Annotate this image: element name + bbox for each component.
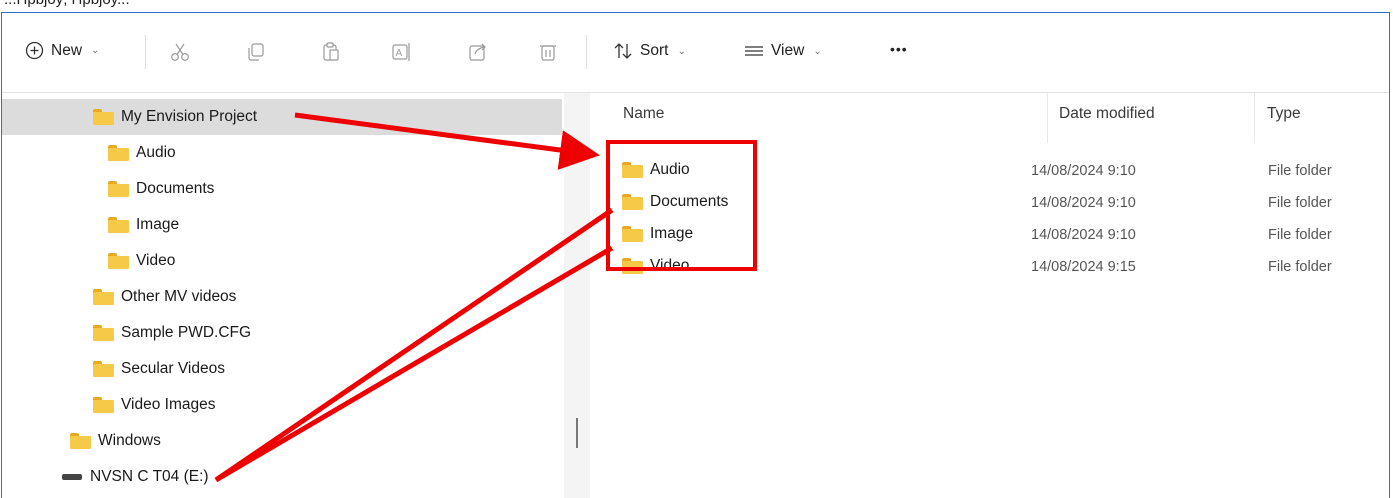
- nav-item-label: Image: [136, 216, 180, 233]
- page-header-text: ...Hpbjoy; Hpbjoy...: [4, 0, 130, 8]
- chevron-down-icon: ⌄: [677, 45, 686, 57]
- pane-splitter[interactable]: [564, 93, 590, 498]
- column-header-date-modified[interactable]: Date modified: [1059, 105, 1155, 123]
- drive-icon: [62, 474, 82, 480]
- copy-icon[interactable]: [245, 41, 267, 63]
- nav-item-sample-pwd-cfg[interactable]: Sample PWD.CFG: [2, 315, 562, 351]
- nav-item-image[interactable]: Image: [2, 207, 562, 243]
- chevron-down-icon: ⌄: [813, 45, 822, 57]
- folder-icon: [108, 253, 129, 269]
- share-icon[interactable]: [467, 41, 489, 63]
- nav-item-windows[interactable]: Windows: [2, 423, 562, 459]
- nav-item-label: NVSN C T04 (E:): [90, 468, 209, 485]
- nav-item-video[interactable]: Video: [2, 243, 562, 279]
- column-divider[interactable]: [1254, 93, 1255, 143]
- splitter-grip[interactable]: [576, 418, 578, 448]
- view-button-label: View: [771, 42, 805, 59]
- toolbar-divider: [586, 35, 587, 69]
- nav-item-my-envision-project[interactable]: My Envision Project: [2, 99, 562, 135]
- folder-icon: [70, 433, 91, 449]
- type-cell: File folder: [1268, 163, 1332, 179]
- folder-icon: [93, 109, 114, 125]
- svg-text:A: A: [396, 48, 403, 59]
- command-bar: New ⌄ A Sort ⌄ View ⌄ •••: [2, 13, 1389, 93]
- nav-item-label: Windows: [98, 432, 161, 449]
- sort-arrows-icon: [614, 43, 632, 59]
- column-divider[interactable]: [1047, 93, 1048, 143]
- folder-icon: [93, 397, 114, 413]
- nav-item-label: Secular Videos: [121, 360, 225, 377]
- folder-icon: [93, 325, 114, 341]
- delete-icon[interactable]: [537, 41, 559, 63]
- nav-item-video-images[interactable]: Video Images: [2, 387, 562, 423]
- folder-icon: [108, 145, 129, 161]
- type-cell: File folder: [1268, 259, 1332, 275]
- nav-item-drive-e[interactable]: NVSN C T04 (E:): [2, 459, 562, 495]
- folder-icon: [93, 361, 114, 377]
- folder-icon: [108, 181, 129, 197]
- plus-circle-icon: [25, 41, 44, 60]
- folder-icon: [108, 217, 129, 233]
- nav-item-label: Audio: [136, 144, 176, 161]
- chevron-down-icon: ⌄: [91, 45, 100, 56]
- new-button-label: New: [51, 41, 83, 59]
- nav-item-label: Other MV videos: [121, 288, 237, 305]
- nav-item-label: Video: [136, 252, 176, 269]
- paste-icon[interactable]: [320, 41, 342, 63]
- column-header-type[interactable]: Type: [1267, 105, 1301, 123]
- nav-item-documents[interactable]: Documents: [2, 171, 562, 207]
- date-modified-cell: 14/08/2024 9:10: [1031, 163, 1136, 179]
- page: ...Hpbjoy; Hpbjoy... New ⌄: [0, 0, 1393, 498]
- nav-item-label: My Envision Project: [121, 108, 258, 125]
- rename-icon[interactable]: A: [390, 41, 412, 63]
- column-header-name[interactable]: Name: [623, 105, 664, 123]
- toolbar-divider: [145, 35, 146, 69]
- view-button[interactable]: View ⌄: [744, 41, 822, 61]
- nav-item-label: Documents: [136, 180, 215, 197]
- cut-icon[interactable]: [169, 41, 191, 63]
- folder-icon: [93, 289, 114, 305]
- date-modified-cell: 14/08/2024 9:10: [1031, 227, 1136, 243]
- view-lines-icon: [745, 46, 763, 56]
- nav-item-label: Sample PWD.CFG: [121, 324, 252, 341]
- sort-button-label: Sort: [640, 42, 669, 59]
- type-cell: File folder: [1268, 227, 1332, 243]
- date-modified-cell: 14/08/2024 9:15: [1031, 259, 1136, 275]
- annotation-highlight-box: [606, 140, 757, 271]
- type-cell: File folder: [1268, 195, 1332, 211]
- new-button[interactable]: New ⌄: [25, 41, 99, 60]
- navigation-pane: My Envision Project Audio Documents Imag…: [2, 93, 562, 498]
- sort-button[interactable]: Sort ⌄: [613, 41, 686, 61]
- more-options-button[interactable]: •••: [890, 41, 908, 57]
- nav-item-other-mv-videos[interactable]: Other MV videos: [2, 279, 562, 315]
- nav-item-secular-videos[interactable]: Secular Videos: [2, 351, 562, 387]
- date-modified-cell: 14/08/2024 9:10: [1031, 195, 1136, 211]
- nav-item-label: Video Images: [121, 396, 216, 413]
- nav-item-audio[interactable]: Audio: [2, 135, 562, 171]
